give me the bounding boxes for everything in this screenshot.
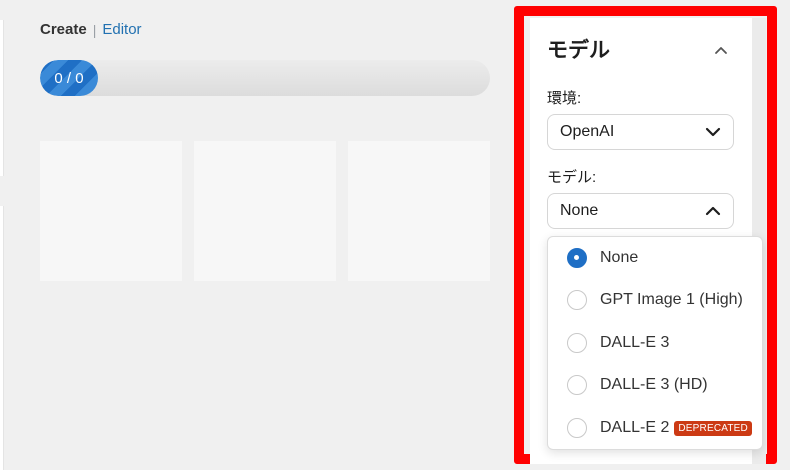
model-select[interactable]: None bbox=[547, 193, 734, 229]
breadcrumb-separator: | bbox=[92, 21, 97, 38]
image-placeholder-2 bbox=[194, 141, 336, 281]
model-option-none[interactable]: None bbox=[548, 237, 762, 279]
model-dropdown-list: None GPT Image 1 (High) DALL-E 3 DALL-E … bbox=[547, 236, 763, 450]
environment-label: 環境: bbox=[547, 90, 582, 107]
radio-icon[interactable] bbox=[567, 418, 587, 438]
model-option-label: DALL-E 3 (HD) bbox=[600, 376, 708, 393]
progress-text: 0 / 0 bbox=[54, 69, 84, 87]
environment-select-value: OpenAI bbox=[560, 123, 615, 140]
progress-bar: 0 / 0 bbox=[40, 60, 490, 96]
progress-fill: 0 / 0 bbox=[40, 60, 98, 96]
radio-icon[interactable] bbox=[567, 290, 587, 310]
chevron-up-icon bbox=[705, 206, 721, 216]
breadcrumb: Create | Editor bbox=[40, 21, 142, 38]
model-option-gpt-image-1-high[interactable]: GPT Image 1 (High) bbox=[548, 279, 762, 321]
image-placeholder-3 bbox=[348, 141, 490, 281]
model-option-label: DALL-E 3 bbox=[600, 334, 670, 351]
chevron-up-icon[interactable] bbox=[712, 41, 730, 59]
model-option-dall-e-2[interactable]: DALL-E 2 DEPRECATED bbox=[548, 407, 762, 449]
radio-icon[interactable] bbox=[567, 375, 587, 395]
model-option-label: None bbox=[600, 249, 639, 266]
side-panel-edge bbox=[0, 20, 4, 470]
radio-selected-icon[interactable] bbox=[567, 248, 587, 268]
radio-icon[interactable] bbox=[567, 333, 587, 353]
model-option-label: DALL-E 2 bbox=[600, 419, 670, 436]
model-option-dall-e-3-hd[interactable]: DALL-E 3 (HD) bbox=[548, 364, 762, 406]
panel-title: モデル bbox=[547, 39, 610, 62]
model-select-value: None bbox=[560, 202, 599, 219]
model-option-dall-e-3[interactable]: DALL-E 3 bbox=[548, 322, 762, 364]
chevron-down-icon bbox=[705, 127, 721, 137]
model-label: モデル: bbox=[547, 169, 597, 186]
image-placeholder-1 bbox=[40, 141, 182, 281]
environment-select[interactable]: OpenAI bbox=[547, 114, 734, 150]
model-option-label: GPT Image 1 (High) bbox=[600, 291, 743, 308]
breadcrumb-editor-link[interactable]: Editor bbox=[102, 21, 141, 38]
side-panel-notch bbox=[0, 176, 6, 206]
deprecated-badge: DEPRECATED bbox=[674, 420, 752, 436]
breadcrumb-create: Create bbox=[40, 21, 87, 38]
